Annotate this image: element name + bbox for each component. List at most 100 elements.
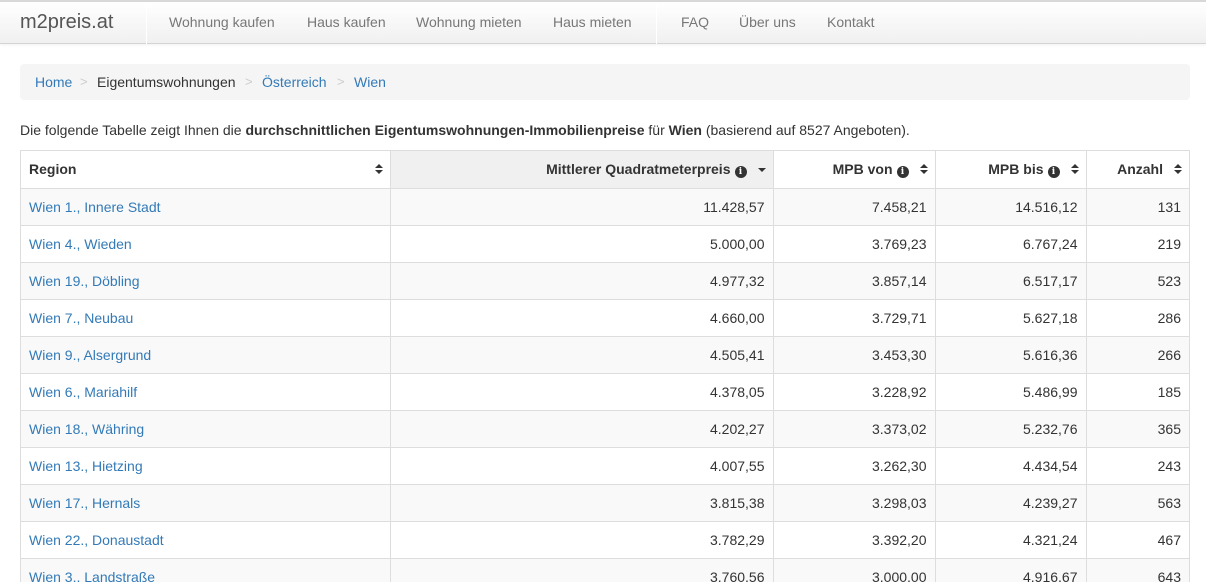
mpb-von-cell: 7.458,21 [772,187,936,226]
nav-haus-mieten[interactable]: Haus mieten [553,14,632,30]
nav-divider [146,2,147,44]
region-link[interactable]: Wien 7., Neubau [29,310,133,326]
mpb-bis-cell: 5.627,18 [934,298,1087,337]
anzahl-cell: 243 [1085,446,1189,485]
breadcrumb-wien[interactable]: Wien [354,74,386,90]
anzahl-cell: 523 [1085,261,1189,300]
table-row: Wien 9., Alsergrund 4.505,41 3.453,30 5.… [21,335,1189,374]
region-cell: Wien 13., Hietzing [21,446,391,485]
intro-middle: für [644,122,669,138]
breadcrumb-home[interactable]: Home [35,74,72,90]
table-row: Wien 19., Döbling 4.977,32 3.857,14 6.51… [21,261,1189,300]
price-table-container: Region Mittlerer Quadratmeterpreis i MPB … [20,150,1190,582]
info-icon[interactable]: i [734,165,747,178]
mittlerer-preis-cell: 3.815,38 [389,483,774,522]
region-link[interactable]: Wien 18., Währing [29,421,144,437]
info-icon[interactable]: i [1047,165,1060,178]
info-icon[interactable]: i [896,165,909,178]
mpb-von-cell: 3.729,71 [772,298,936,337]
breadcrumb-eigentumswohnungen: Eigentumswohnungen [97,74,236,90]
region-link[interactable]: Wien 9., Alsergrund [29,347,151,363]
mpb-von-cell: 3.392,20 [772,520,936,559]
breadcrumb-separator: > [245,74,253,89]
mpb-von-cell: 3.857,14 [772,261,936,300]
region-cell: Wien 22., Donaustadt [21,520,391,559]
table-row: Wien 13., Hietzing 4.007,55 3.262,30 4.4… [21,446,1189,485]
region-cell: Wien 18., Währing [21,409,391,448]
mpb-bis-cell: 6.767,24 [934,224,1087,263]
mittlerer-preis-cell: 4.660,00 [389,298,774,337]
column-header-mpb-von[interactable]: MPB von i [772,151,936,189]
region-link[interactable]: Wien 19., Döbling [29,273,140,289]
mpb-bis-cell: 6.517,17 [934,261,1087,300]
region-link[interactable]: Wien 6., Mariahilf [29,384,137,400]
mpb-bis-cell: 4.916,67 [934,557,1087,582]
nav-faq[interactable]: FAQ [681,14,709,30]
mpb-bis-cell: 14.516,12 [934,187,1087,226]
table-row: Wien 1., Innere Stadt 11.428,57 7.458,21… [21,187,1189,226]
column-header-label: Mittlerer Quadratmeterpreis [546,160,731,177]
mittlerer-preis-cell: 3.782,29 [389,520,774,559]
intro-suffix: (basierend auf 8527 Angeboten). [701,122,910,138]
breadcrumb-oesterreich[interactable]: Österreich [262,74,327,90]
mpb-bis-cell: 4.434,54 [934,446,1087,485]
table-row: Wien 17., Hernals 3.815,38 3.298,03 4.23… [21,483,1189,522]
region-link[interactable]: Wien 13., Hietzing [29,458,143,474]
region-cell: Wien 9., Alsergrund [21,335,391,374]
region-link[interactable]: Wien 1., Innere Stadt [29,199,161,215]
anzahl-cell: 467 [1085,520,1189,559]
mittlerer-preis-cell: 11.428,57 [389,187,774,226]
brand-logo[interactable]: m2preis.at [20,11,113,34]
column-header-label: Region [29,161,77,178]
sort-desc-icon[interactable] [757,164,766,176]
mpb-von-cell: 3.769,23 [772,224,936,263]
mittlerer-preis-cell: 4.007,55 [389,446,774,485]
breadcrumb-separator: > [80,74,88,89]
anzahl-cell: 131 [1085,187,1189,226]
mpb-von-cell: 3.262,30 [772,446,936,485]
mpb-von-cell: 3.298,03 [772,483,936,522]
anzahl-cell: 643 [1085,557,1189,582]
intro-bold-price-type: durchschnittlichen Eigentumswohnungen-Im… [245,122,645,138]
sort-icon[interactable] [919,164,928,176]
column-header-region[interactable]: Region [21,151,391,189]
region-link[interactable]: Wien 22., Donaustadt [29,532,164,548]
region-link[interactable]: Wien 3., Landstraße [29,569,155,582]
table-row: Wien 18., Währing 4.202,27 3.373,02 5.23… [21,409,1189,448]
nav-wohnung-mieten[interactable]: Wohnung mieten [416,14,522,30]
column-header-mittlerer-quadratmeterpreis[interactable]: Mittlerer Quadratmeterpreis i [389,151,774,189]
anzahl-cell: 185 [1085,372,1189,411]
region-cell: Wien 19., Döbling [21,261,391,300]
mpb-von-cell: 3.228,92 [772,372,936,411]
column-header-label: Anzahl [1117,161,1163,178]
nav-haus-kaufen[interactable]: Haus kaufen [307,14,386,30]
column-header-mpb-bis[interactable]: MPB bis i [934,151,1087,189]
region-link[interactable]: Wien 4., Wieden [29,236,132,252]
intro-prefix: Die folgende Tabelle zeigt Ihnen die [20,122,246,138]
nav-divider [656,2,657,44]
anzahl-cell: 286 [1085,298,1189,337]
nav-ueber-uns[interactable]: Über uns [739,14,796,30]
sort-icon[interactable] [374,164,383,176]
anzahl-cell: 266 [1085,335,1189,374]
sort-icon[interactable] [1174,164,1182,176]
breadcrumb: Home > Eigentumswohnungen > Österreich >… [20,64,1190,100]
price-table: Region Mittlerer Quadratmeterpreis i MPB … [21,151,1189,582]
table-row: Wien 7., Neubau 4.660,00 3.729,71 5.627,… [21,298,1189,337]
intro-bold-city: Wien [668,122,702,138]
mpb-von-cell: 3.373,02 [772,409,936,448]
intro-text: Die folgende Tabelle zeigt Ihnen die dur… [20,122,1190,138]
mpb-von-cell: 3.453,30 [772,335,936,374]
column-header-anzahl[interactable]: Anzahl [1085,151,1189,189]
breadcrumb-separator: > [337,74,345,89]
mittlerer-preis-cell: 4.977,32 [389,261,774,300]
region-link[interactable]: Wien 17., Hernals [29,495,140,511]
table-row: Wien 3., Landstraße 3.760,56 3.000,00 4.… [21,557,1189,582]
anzahl-cell: 563 [1085,483,1189,522]
nav-wohnung-kaufen[interactable]: Wohnung kaufen [169,14,275,30]
top-navbar: m2preis.at Wohnung kaufen Haus kaufen Wo… [0,0,1206,44]
nav-kontakt[interactable]: Kontakt [827,14,874,30]
mpb-bis-cell: 5.616,36 [934,335,1087,374]
sort-icon[interactable] [1070,164,1079,176]
region-cell: Wien 7., Neubau [21,298,391,337]
